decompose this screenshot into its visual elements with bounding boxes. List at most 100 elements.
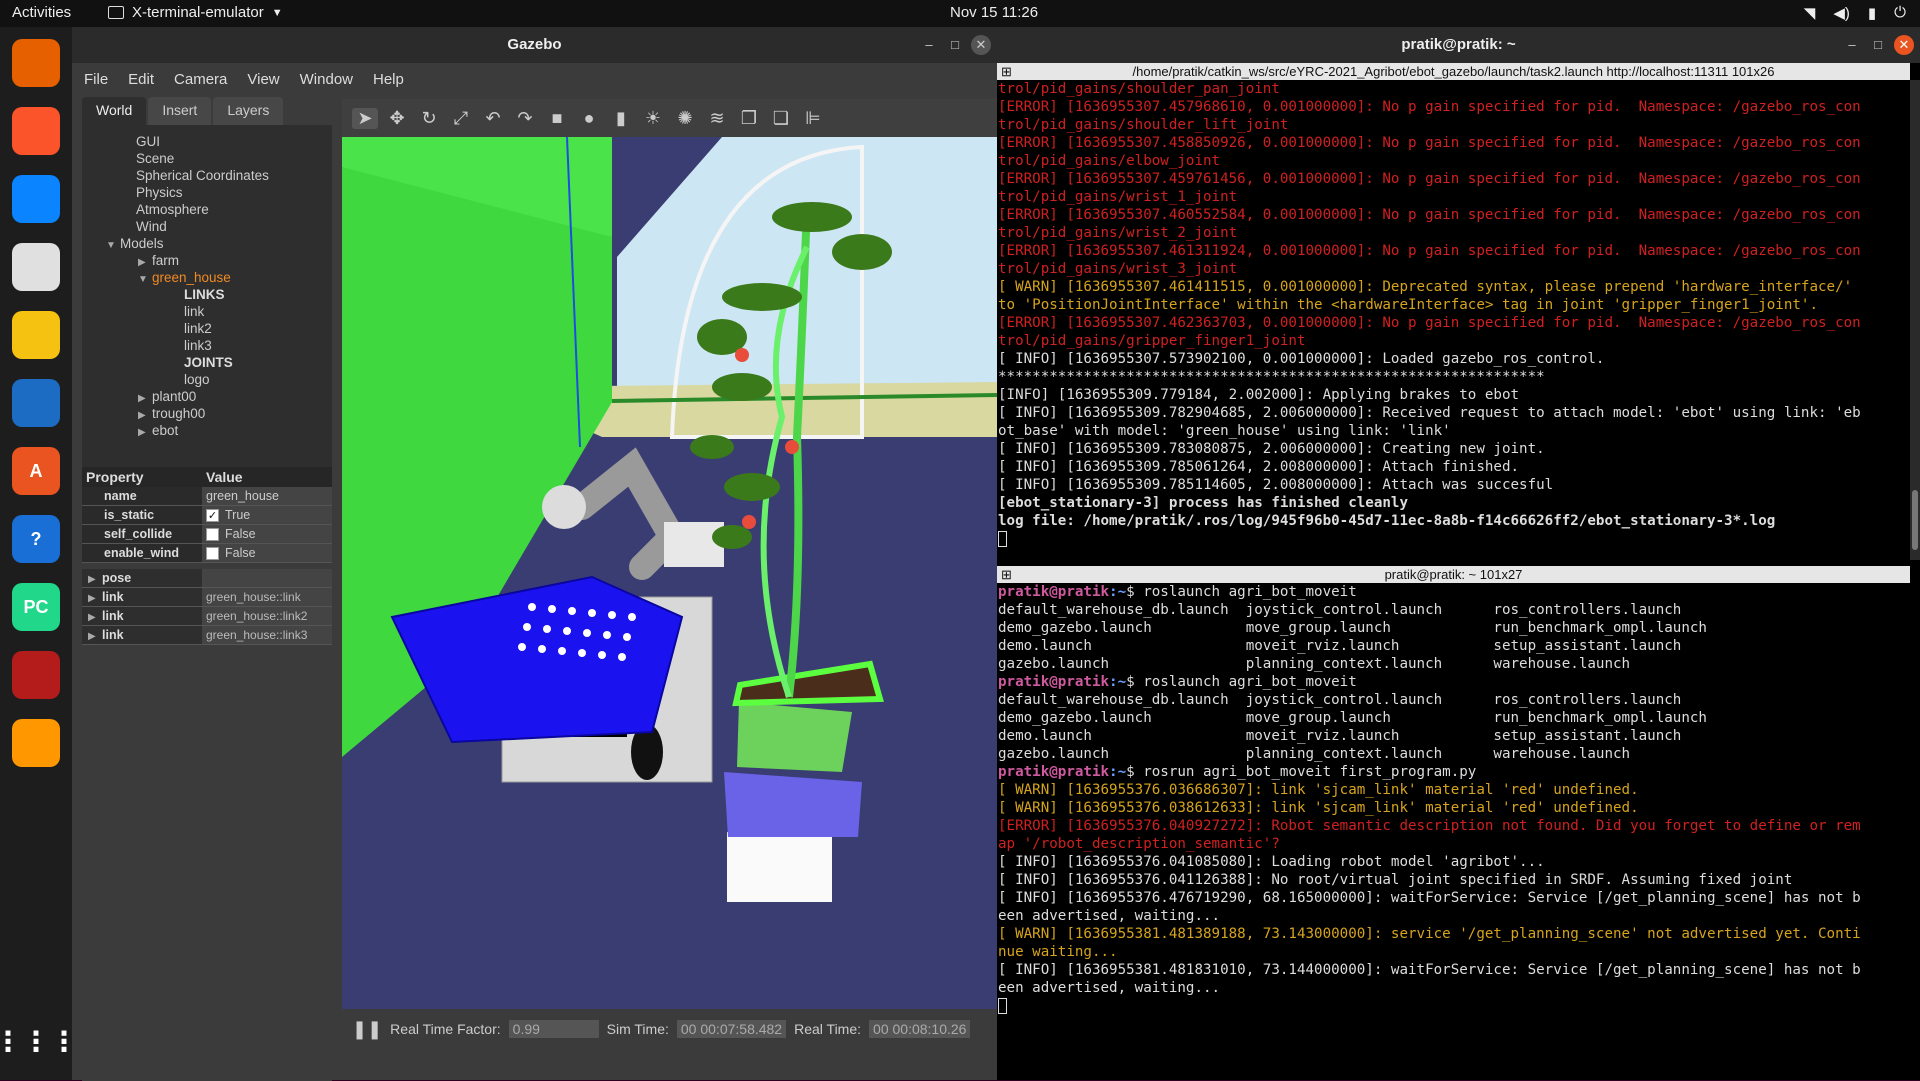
translate-tool-icon[interactable]: ✥ <box>384 108 410 129</box>
activities-button[interactable]: Activities <box>12 4 71 21</box>
scale-tool-icon[interactable]: ⤢ <box>448 108 474 129</box>
dock-firefox-icon[interactable] <box>12 39 60 87</box>
sim-time-label: Sim Time: <box>606 1021 669 1037</box>
show-apps-icon[interactable]: ⋮⋮⋮ <box>0 1017 78 1065</box>
tree-item[interactable]: GUI <box>82 133 332 150</box>
tree-item[interactable]: Spherical Coordinates <box>82 167 332 184</box>
top-scroll-thumb[interactable] <box>1912 490 1918 550</box>
maximize-button[interactable]: □ <box>945 35 965 55</box>
gazebo-titlebar[interactable]: Gazebo – □ ✕ <box>72 27 997 63</box>
property-value[interactable]: green_house <box>202 487 332 505</box>
tree-item[interactable]: link2 <box>82 320 332 337</box>
tab-layers[interactable]: Layers <box>213 97 284 125</box>
bottom-terminal-pane[interactable]: ⊞ pratik@pratik: ~ 101x27 pratik@pratik:… <box>997 566 1910 1080</box>
menu-window[interactable]: Window <box>300 71 353 88</box>
select-tool-icon[interactable]: ➤ <box>352 107 378 129</box>
property-group-row[interactable]: ▶ pose <box>82 569 332 588</box>
dock-rhythmbox-icon[interactable] <box>12 311 60 359</box>
collapse-arrow-icon[interactable]: ▶ <box>88 570 102 589</box>
undo-icon[interactable]: ↶ <box>480 108 506 129</box>
tree-item[interactable]: ▶ trough00 <box>82 405 332 422</box>
property-group-row[interactable]: ▶ link green_house::link2 <box>82 607 332 626</box>
system-tray[interactable]: ◥ ◀) ▮ ⏻ <box>1804 4 1906 22</box>
directional-light-icon[interactable]: ≋ <box>704 108 730 129</box>
dock-writer-icon[interactable] <box>12 379 60 427</box>
cylinder-shape-icon[interactable]: ▮ <box>608 108 634 129</box>
property-group-row[interactable]: ▶ link green_house::link3 <box>82 626 332 645</box>
point-light-icon[interactable]: ☀ <box>640 108 666 129</box>
tab-insert[interactable]: Insert <box>148 97 212 125</box>
collapse-arrow-icon[interactable]: ▶ <box>88 589 102 608</box>
menu-file[interactable]: File <box>84 71 108 88</box>
tree-item[interactable]: Physics <box>82 184 332 201</box>
tree-item[interactable]: JOINTS <box>82 354 332 371</box>
menu-camera[interactable]: Camera <box>174 71 227 88</box>
top-scrollbar[interactable] <box>1910 80 1920 560</box>
tree-item[interactable]: ▶ ebot <box>82 422 332 439</box>
collapse-arrow-icon[interactable]: ▶ <box>88 627 102 646</box>
split-icon[interactable]: ⊞ <box>1001 63 1012 80</box>
property-row[interactable]: enable_wind False <box>82 544 332 563</box>
collapse-arrow-icon[interactable]: ▶ <box>138 424 152 441</box>
terminal-line: [ERROR] [1636955307.460552584, 0.0010000… <box>998 207 1861 223</box>
dock-software-icon[interactable]: A <box>12 447 60 495</box>
copy-icon[interactable]: ❐ <box>736 108 762 129</box>
tree-item[interactable]: ▼ Models <box>82 235 332 252</box>
dock-sublime-icon[interactable] <box>12 719 60 767</box>
property-row[interactable]: self_collide False <box>82 525 332 544</box>
spot-light-icon[interactable]: ✺ <box>672 108 698 129</box>
dock-terminal-icon[interactable] <box>12 651 60 699</box>
split-icon[interactable]: ⊞ <box>1001 566 1012 583</box>
checkbox[interactable] <box>206 527 219 541</box>
tree-item[interactable]: Wind <box>82 218 332 235</box>
pause-icon[interactable]: ❚❚ <box>352 1019 382 1040</box>
redo-icon[interactable]: ↷ <box>512 108 538 129</box>
tree-item[interactable]: logo <box>82 371 332 388</box>
tree-item[interactable]: ▶ plant00 <box>82 388 332 405</box>
menu-edit[interactable]: Edit <box>128 71 154 88</box>
expand-arrow-icon[interactable]: ▼ <box>138 271 152 288</box>
minimize-button[interactable]: – <box>919 35 939 55</box>
tab-world[interactable]: World <box>82 97 147 125</box>
dock-files-icon[interactable] <box>12 243 60 291</box>
sphere-shape-icon[interactable]: ● <box>576 108 602 129</box>
tree-item[interactable]: ▶ farm <box>82 252 332 269</box>
dock-brave-icon[interactable] <box>12 107 60 155</box>
tree-item[interactable]: link3 <box>82 337 332 354</box>
tree-item[interactable]: ▼ green_house <box>82 269 332 286</box>
top-terminal-pane[interactable]: ⊞ /home/pratik/catkin_ws/src/eYRC-2021_A… <box>997 63 1910 560</box>
checkbox[interactable]: ✓ <box>206 508 219 522</box>
checkbox[interactable] <box>206 546 219 560</box>
app-menu[interactable]: X-terminal-emulator ▼ <box>108 4 283 21</box>
maximize-button[interactable]: □ <box>1868 35 1888 55</box>
property-group-row[interactable]: ▶ link green_house::link <box>82 588 332 607</box>
close-button[interactable]: ✕ <box>971 35 991 55</box>
menu-view[interactable]: View <box>247 71 279 88</box>
terminal-line: een advertised, waiting... <box>998 980 1221 996</box>
dock-thunderbird-icon[interactable] <box>12 175 60 223</box>
property-value[interactable]: False <box>202 544 332 562</box>
rotate-tool-icon[interactable]: ↻ <box>416 108 442 129</box>
expand-arrow-icon[interactable]: ▼ <box>106 237 120 254</box>
align-icon[interactable]: ⊫ <box>800 108 826 129</box>
dock-pycharm-icon[interactable]: PC <box>12 583 60 631</box>
terminal-titlebar[interactable]: pratik@pratik: ~ – □ ✕ <box>997 27 1920 63</box>
tree-item[interactable]: Atmosphere <box>82 201 332 218</box>
tree-item[interactable]: Scene <box>82 150 332 167</box>
property-value[interactable]: ✓ True <box>202 506 332 524</box>
box-shape-icon[interactable]: ■ <box>544 108 570 129</box>
clock[interactable]: Nov 15 11:26 <box>950 4 1038 21</box>
tree-item[interactable]: link <box>82 303 332 320</box>
property-value[interactable]: False <box>202 525 332 543</box>
paste-icon[interactable]: ❏ <box>768 108 794 129</box>
property-row[interactable]: is_static ✓ True <box>82 506 332 525</box>
property-row[interactable]: name green_house <box>82 487 332 506</box>
dock-help-icon[interactable]: ? <box>12 515 60 563</box>
3d-scene-view[interactable] <box>342 137 997 1009</box>
minimize-button[interactable]: – <box>1842 35 1862 55</box>
property-header: Property Value <box>82 467 332 487</box>
menu-help[interactable]: Help <box>373 71 404 88</box>
close-button[interactable]: ✕ <box>1894 35 1914 55</box>
tree-item[interactable]: LINKS <box>82 286 332 303</box>
collapse-arrow-icon[interactable]: ▶ <box>88 608 102 627</box>
